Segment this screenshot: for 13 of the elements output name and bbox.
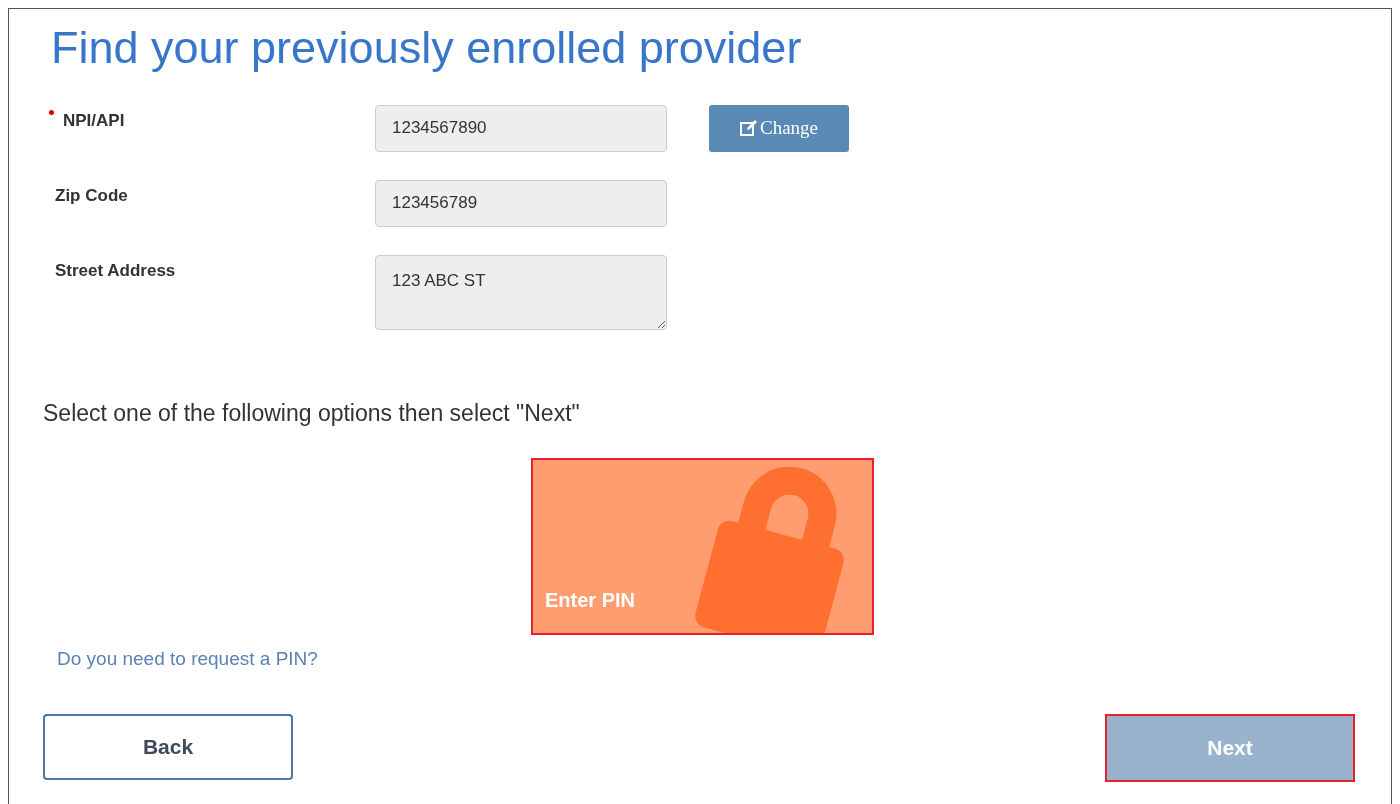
instruction-text: Select one of the following options then select "Next" [43,398,581,428]
zip-field[interactable]: 123456789 [375,179,667,227]
back-button[interactable]: Back [43,713,293,780]
address-field[interactable]: 123 ABC ST [375,254,667,330]
field-label: Street Address [54,259,176,280]
field-label: NPI/API [62,109,125,130]
tile-label: Enter PIN [545,588,636,613]
edit-icon [739,120,758,136]
field-label: Zip Code [54,184,128,205]
change-button[interactable]: Change [709,104,849,152]
page-title: Find your previously enrolled provider [51,23,803,73]
npi-field[interactable]: 1234567890 [375,104,667,152]
request-pin-link[interactable]: Do you need to request a PIN? [57,645,318,674]
